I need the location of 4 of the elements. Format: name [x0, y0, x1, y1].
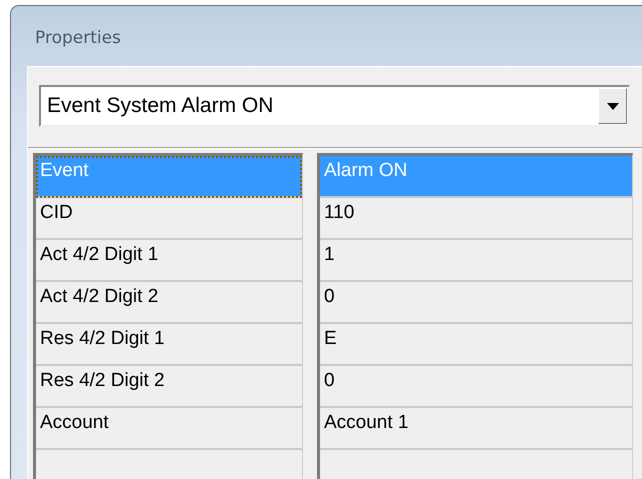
- event-dropdown[interactable]: Event System Alarm ON: [39, 85, 630, 127]
- window-title: Properties: [34, 28, 122, 50]
- dropdown-button[interactable]: [598, 88, 627, 124]
- caret-icon: [606, 102, 618, 110]
